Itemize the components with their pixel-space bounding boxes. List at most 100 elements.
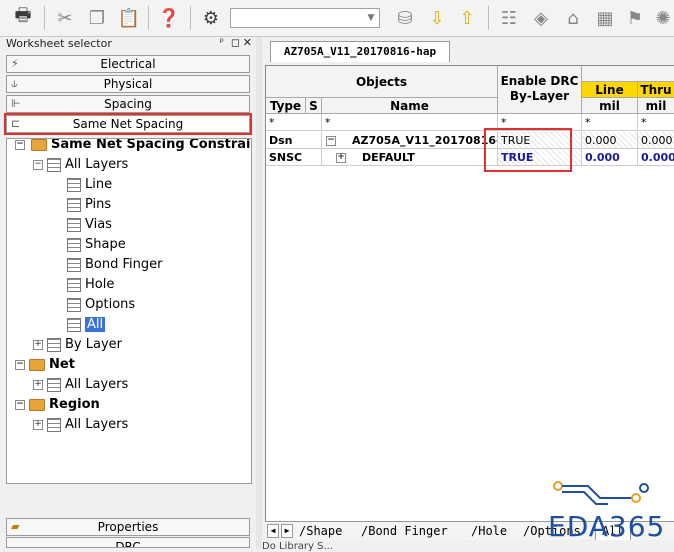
properties-panel-button[interactable]: ▰ Properties	[6, 518, 250, 536]
tree-item-bond-finger[interactable]: Bond Finger	[67, 255, 162, 275]
object-combo[interactable]: ▼	[230, 8, 380, 28]
collapse-icon[interactable]: −	[15, 360, 25, 370]
tree-root-label: Same Net Spacing Constraint Set	[51, 138, 251, 152]
tree-region-all-layers[interactable]: + All Layers	[33, 415, 128, 435]
tab-hole[interactable]: /Hole	[471, 522, 507, 540]
tree-label: Hole	[85, 277, 115, 292]
tree-item-line[interactable]: Line	[67, 175, 112, 195]
name-filter[interactable]: *	[322, 114, 498, 131]
tree-net[interactable]: − Net	[15, 355, 75, 375]
tree-label: Pins	[85, 197, 112, 212]
same-net-icon: ⊏	[11, 117, 21, 130]
worksheet-icon	[67, 237, 81, 252]
tree-label: Line	[85, 177, 113, 192]
row-name-text: AZ705A_V11_20170816-hap	[352, 134, 497, 147]
filter-icon[interactable]: ⚙	[198, 5, 224, 31]
tree-item-options[interactable]: Options	[67, 295, 135, 315]
tree-label: Region	[49, 397, 100, 412]
tree-item-all[interactable]: All	[67, 315, 106, 335]
tree-all-layers[interactable]: − All Layers	[33, 155, 128, 175]
copy-icon[interactable]: ❐	[84, 5, 110, 31]
sort-down-icon[interactable]: ⇩	[424, 5, 450, 31]
row-type[interactable]: Dsn	[266, 132, 322, 149]
row-thru-value[interactable]: 0.000	[638, 149, 674, 166]
enable-drc-header[interactable]: Enable DRC By-Layer	[498, 66, 582, 114]
layers-icon	[47, 417, 61, 432]
tab-bond-finger[interactable]: /Bond Finger	[361, 522, 448, 540]
type-filter[interactable]: *	[266, 114, 322, 131]
pin-icon[interactable]: ᵖ	[220, 37, 224, 48]
thru-filter[interactable]: *	[638, 114, 674, 131]
folder-icon	[31, 139, 47, 151]
tree-item-pins[interactable]: Pins	[67, 195, 111, 215]
category-label: Physical	[103, 77, 153, 91]
sort-up-icon[interactable]: ⇧	[454, 5, 480, 31]
spacing-icon: ⊩	[11, 97, 21, 110]
tab-label: Shape	[306, 524, 343, 538]
thru-header[interactable]: Thru	[638, 82, 674, 98]
worksheet-area: AZ705A_V11_20170816-hap Objects Type S N…	[262, 37, 674, 548]
paste-icon[interactable]: 📋	[116, 5, 142, 31]
close-icon[interactable]: ✕	[243, 36, 252, 49]
row-name[interactable]: + DEFAULT	[322, 149, 498, 166]
tree-item-hole[interactable]: Hole	[67, 275, 114, 295]
expand-icon[interactable]: +	[33, 340, 43, 350]
line-filter[interactable]: *	[582, 114, 638, 131]
category-same-net-spacing[interactable]: ⊏ Same Net Spacing	[4, 113, 252, 135]
physical-icon: ⫝	[11, 77, 18, 90]
expand-icon[interactable]: +	[336, 153, 346, 163]
scroll-right-icon[interactable]: ▶	[281, 524, 293, 538]
name-header[interactable]: Name	[322, 98, 498, 114]
document-tab[interactable]: AZ705A_V11_20170816-hap	[270, 41, 450, 62]
line-header[interactable]: Line	[582, 82, 638, 98]
collapse-icon[interactable]: −	[326, 136, 336, 146]
tree-region[interactable]: − Region	[15, 395, 100, 415]
house-icon[interactable]: ⌂	[560, 5, 586, 31]
worksheet-icon	[67, 317, 81, 332]
tree-label: By Layer	[65, 337, 122, 352]
worksheet-icon	[67, 197, 81, 212]
grid-icon[interactable]: ▦	[592, 5, 618, 31]
print-icon[interactable]: 🖶	[10, 5, 36, 31]
tree-item-shape[interactable]: Shape	[67, 235, 126, 255]
tree-label: All Layers	[65, 417, 129, 432]
expand-icon[interactable]: +	[33, 420, 43, 430]
collapse-icon[interactable]: −	[15, 140, 25, 150]
panel-label: DRC	[115, 540, 141, 548]
drc-panel-button[interactable]: DRC	[6, 537, 250, 548]
category-physical[interactable]: ⫝ Physical	[6, 75, 250, 93]
worksheet-icon	[67, 297, 81, 312]
options-icon[interactable]: ✺	[650, 5, 674, 31]
category-spacing[interactable]: ⊩ Spacing	[6, 95, 250, 113]
scroll-left-icon[interactable]: ◀	[267, 524, 279, 538]
float-icon[interactable]: ◻	[231, 36, 240, 49]
row-name[interactable]: − AZ705A_V11_20170816-hap	[322, 132, 498, 149]
flag-icon[interactable]: ⚑	[622, 5, 648, 31]
layers-icon	[47, 337, 61, 352]
constraint-icon[interactable]: ◈	[528, 5, 554, 31]
collapse-icon[interactable]: −	[15, 400, 25, 410]
tree-item-vias[interactable]: Vias	[67, 215, 112, 235]
row-line-value[interactable]: 0.000	[582, 132, 638, 149]
row-thru-value[interactable]: 0.000	[638, 132, 674, 149]
expand-icon[interactable]: +	[33, 380, 43, 390]
tree-label: Vias	[85, 217, 112, 232]
row-line-value[interactable]: 0.000	[582, 149, 638, 166]
cut-icon[interactable]: ✂	[52, 5, 78, 31]
worksheet-icon[interactable]: ☷	[496, 5, 522, 31]
worksheet-icon	[67, 277, 81, 292]
category-label: Same Net Spacing	[72, 117, 184, 131]
category-electrical[interactable]: ⚡ Electrical	[6, 55, 250, 73]
tree-label: All Layers	[65, 157, 129, 172]
hierarchy-icon[interactable]: ⛁	[392, 5, 418, 31]
s-header[interactable]: S	[306, 98, 322, 114]
tree-net-all-layers[interactable]: + All Layers	[33, 375, 128, 395]
tab-shape[interactable]: /Shape	[299, 522, 342, 540]
collapse-icon[interactable]: −	[33, 160, 43, 170]
tree-by-layer[interactable]: + By Layer	[33, 335, 122, 355]
chevron-down-icon[interactable]: ▼	[363, 9, 379, 27]
help-icon[interactable]: ❓	[156, 5, 182, 31]
type-header[interactable]: Type	[266, 98, 306, 114]
row-type[interactable]: SNSC	[266, 149, 322, 166]
tree-root[interactable]: − Same Net Spacing Constraint Set	[15, 138, 251, 155]
